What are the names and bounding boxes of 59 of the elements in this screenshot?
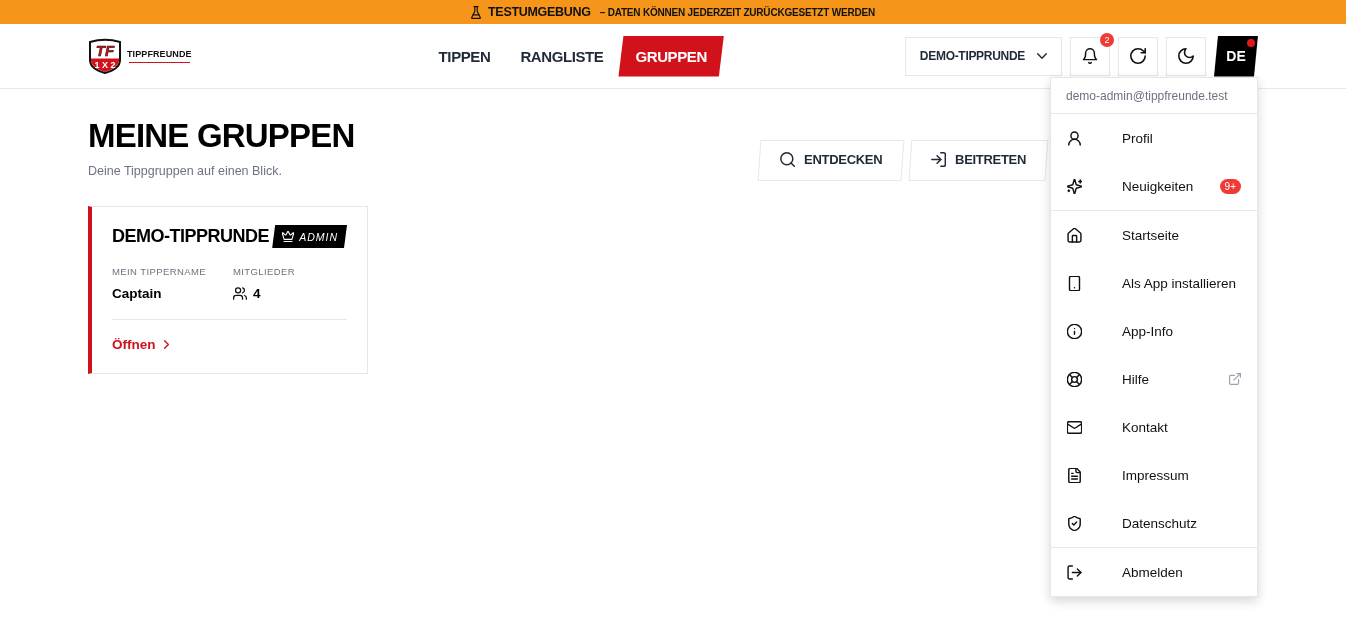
logo-digit: 1 [94, 59, 100, 70]
group-select[interactable]: DEMO-TIPPRUNDE [904, 36, 1062, 76]
menu-item[interactable]: App-Info [1122, 323, 1174, 339]
banner-message: – DATEN KÖNNEN JEDERZEIT ZURÜCKGESETZT WERDEN [599, 6, 875, 18]
menu-item[interactable]: Als App installieren [1122, 275, 1237, 291]
bell-icon [1082, 48, 1098, 64]
field-value: 4 [253, 286, 261, 301]
moon-icon [1178, 48, 1194, 64]
sparkles-icon [1067, 178, 1082, 194]
page-title: MEINE GRUPPEN [88, 116, 355, 156]
logo-wordmark: TIPPFREUNDE [127, 49, 192, 59]
open-link[interactable]: Öffnen [112, 337, 169, 352]
chevron-right-icon [163, 340, 169, 349]
logo-shield [89, 38, 121, 74]
user-icon [1067, 130, 1082, 146]
logo-digit: 2 [110, 59, 116, 70]
logo-digit: X [102, 59, 108, 70]
login-icon [931, 151, 947, 167]
menu-item[interactable]: Kontakt [1122, 419, 1168, 435]
field-value: Captain [112, 286, 162, 301]
menu-item[interactable]: Datenschutz [1122, 515, 1198, 531]
menu-item[interactable]: Abmelden [1122, 564, 1183, 580]
field-label: MITGLIEDER [233, 266, 297, 277]
chevron-down-icon [1037, 53, 1047, 59]
notification-count: 2 [1100, 32, 1114, 47]
users-icon [233, 287, 247, 300]
join-button[interactable]: BEITRETEN [908, 140, 1049, 181]
menu-item[interactable]: Startseite [1122, 227, 1180, 243]
group-name: DEMO-TIPPRUNDE [112, 226, 269, 247]
flask-icon [471, 5, 482, 19]
refresh-icon [1130, 48, 1146, 64]
news-count: 9+ [1219, 178, 1241, 194]
nav-tab[interactable]: GRUPPEN [618, 35, 724, 77]
lifebuoy-icon [1067, 371, 1082, 387]
nav-tab[interactable]: RANGLISTE [505, 35, 619, 77]
document-icon [1067, 467, 1082, 483]
user-email: demo-admin@tippfreunde.test [1051, 78, 1257, 114]
discover-button[interactable]: ENTDECKEN [757, 140, 905, 181]
menu-item[interactable]: Neuigkeiten [1122, 178, 1194, 194]
smartphone-icon [1067, 275, 1082, 291]
logo-initials: TF [95, 41, 115, 59]
mail-icon [1067, 419, 1082, 435]
home-icon [1067, 227, 1082, 243]
language-button[interactable]: DE [1214, 35, 1258, 77]
refresh-button[interactable] [1118, 36, 1158, 76]
info-icon [1067, 323, 1082, 339]
menu-item[interactable]: Hilfe [1122, 371, 1149, 387]
logout-icon [1067, 564, 1082, 580]
role-label: ADMIN [299, 230, 338, 243]
banner-title: TESTUMGEBUNG [488, 5, 591, 19]
theme-button[interactable] [1166, 36, 1206, 76]
menu-item[interactable]: Impressum [1122, 467, 1189, 483]
page-subtitle: Deine Tippgruppen auf einen Blick. [88, 164, 283, 178]
crown-icon [282, 231, 295, 242]
field-label: MEIN TIPPERNAME [112, 266, 207, 277]
nav-tab[interactable]: TIPPEN [423, 35, 506, 77]
shield-check-icon [1067, 515, 1082, 531]
search-icon [779, 151, 795, 167]
menu-item[interactable]: Profil [1122, 130, 1153, 146]
